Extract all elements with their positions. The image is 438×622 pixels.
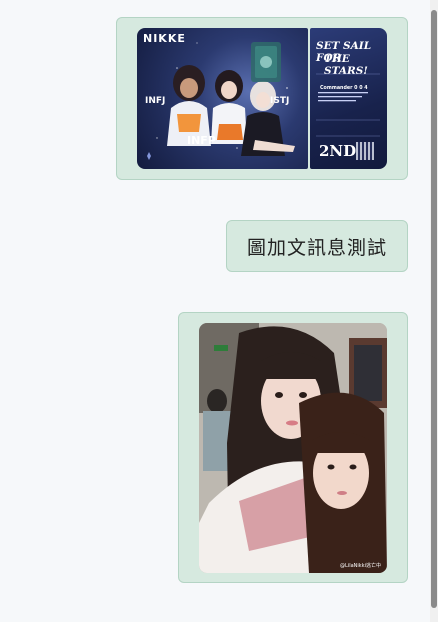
shared-photo[interactable]: @LilaNikki逃亡中 [199,323,387,573]
text-message-bubble[interactable]: 圖加文訊息測試 [226,220,408,272]
scrollbar-thumb[interactable] [431,10,437,608]
photo-watermark: @LilaNikki逃亡中 [340,563,381,569]
commander-label: Commander 0 0 4 [320,86,368,91]
chat-log: NIKKE INFJ ISTJ INFP SET SAIL FOR THE ST… [0,0,430,622]
image-message-bubble[interactable]: NIKKE INFJ ISTJ INFP SET SAIL FOR THE ST… [116,17,408,180]
nikke-logo: NIKKE [143,32,186,45]
image-message-bubble[interactable]: @LilaNikki逃亡中 [178,312,408,583]
shared-image-card[interactable]: NIKKE INFJ ISTJ INFP SET SAIL FOR THE ST… [137,28,387,169]
message-text: 圖加文訊息測試 [246,236,387,259]
photo-illustration [199,323,387,573]
mbti-label-infj: INFJ [145,96,166,106]
card-info-panel: SET SAIL FOR THE STARS! Commander 0 0 4 … [310,28,387,169]
mbti-label-istj: ISTJ [270,96,290,106]
qr-code-icon [356,142,374,160]
scrollbar-track[interactable] [430,0,438,622]
card-art-panel: NIKKE INFJ ISTJ INFP [137,28,308,169]
mbti-label-infp: INFP [187,134,216,147]
anniversary-label: 2ND [319,142,357,160]
